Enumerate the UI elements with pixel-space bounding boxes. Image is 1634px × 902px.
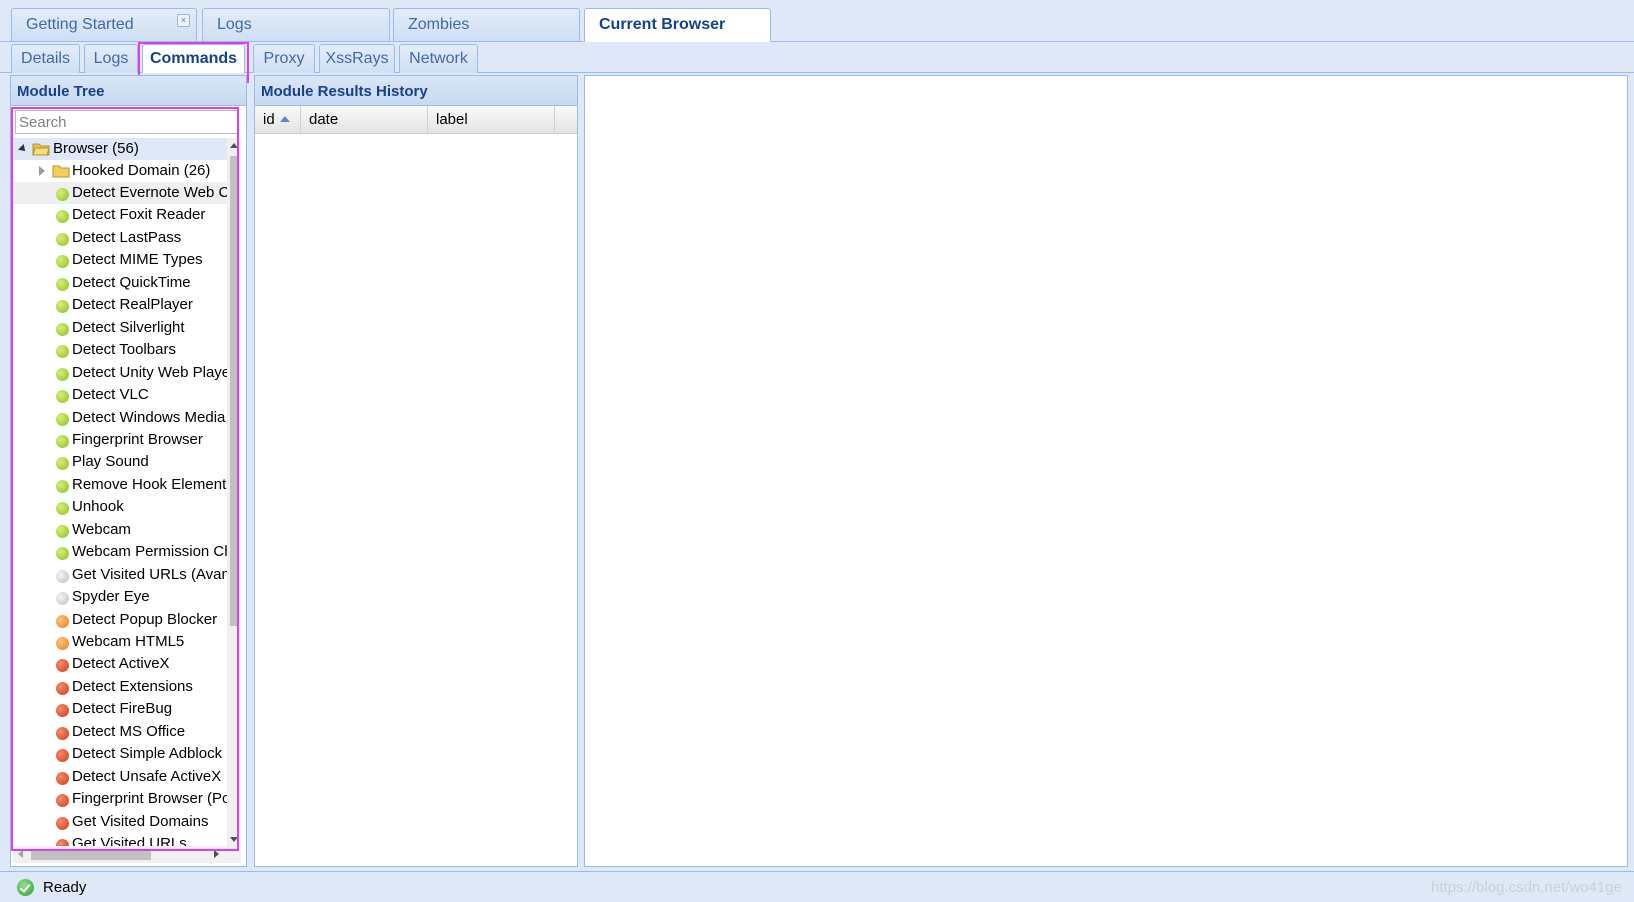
tab-label: XssRays xyxy=(325,50,389,67)
column-header-label[interactable]: label xyxy=(428,106,555,133)
module-tree-highlight xyxy=(11,107,239,851)
tab-label: Zombies xyxy=(408,16,470,33)
tab-label: Getting Started xyxy=(26,16,134,33)
status-text: Ready xyxy=(43,879,87,896)
column-header-id[interactable]: id xyxy=(255,106,301,133)
column-header-date[interactable]: date xyxy=(301,106,428,133)
main-tab-bar: Getting Started × Logs Zombies Current B… xyxy=(0,0,1634,43)
ready-check-icon xyxy=(17,879,34,896)
module-results-title: Module Results History xyxy=(255,76,577,106)
tab-label: Network xyxy=(409,50,468,67)
tab-label: Logs xyxy=(93,50,129,67)
column-label: date xyxy=(309,111,339,128)
results-grid-header: id date label xyxy=(255,106,577,134)
close-icon[interactable]: × xyxy=(177,14,190,27)
tab-xssrays[interactable]: XssRays xyxy=(319,44,395,73)
tab-label: Current Browser xyxy=(599,16,726,33)
scroll-left-arrow-icon[interactable] xyxy=(18,850,23,858)
status-bar: Ready https://blog.csdn.net/wo41ge xyxy=(0,871,1634,902)
tab-details[interactable]: Details xyxy=(11,44,80,73)
tab-logs-sub[interactable]: Logs xyxy=(84,44,138,73)
tab-zombies[interactable]: Zombies xyxy=(393,8,580,41)
tab-network[interactable]: Network xyxy=(399,44,478,73)
module-detail-panel xyxy=(584,75,1628,867)
tab-current-browser[interactable]: Current Browser xyxy=(584,8,771,43)
sort-ascending-icon xyxy=(279,116,290,122)
module-tree-title: Module Tree xyxy=(11,76,246,106)
column-label: id xyxy=(263,111,275,128)
tab-label: Logs xyxy=(217,16,252,33)
scrollbar-thumb[interactable] xyxy=(31,850,151,860)
tab-getting-started[interactable]: Getting Started × xyxy=(11,8,197,41)
scroll-right-arrow-icon[interactable] xyxy=(214,850,219,858)
tab-proxy[interactable]: Proxy xyxy=(253,44,315,73)
watermark: https://blog.csdn.net/wo41ge xyxy=(1431,879,1622,896)
tab-logs[interactable]: Logs xyxy=(202,8,390,41)
tab-label: Details xyxy=(21,50,70,67)
column-label: label xyxy=(436,111,468,128)
module-results-panel: Module Results History id date label xyxy=(254,75,578,867)
tab-label: Proxy xyxy=(263,50,305,67)
